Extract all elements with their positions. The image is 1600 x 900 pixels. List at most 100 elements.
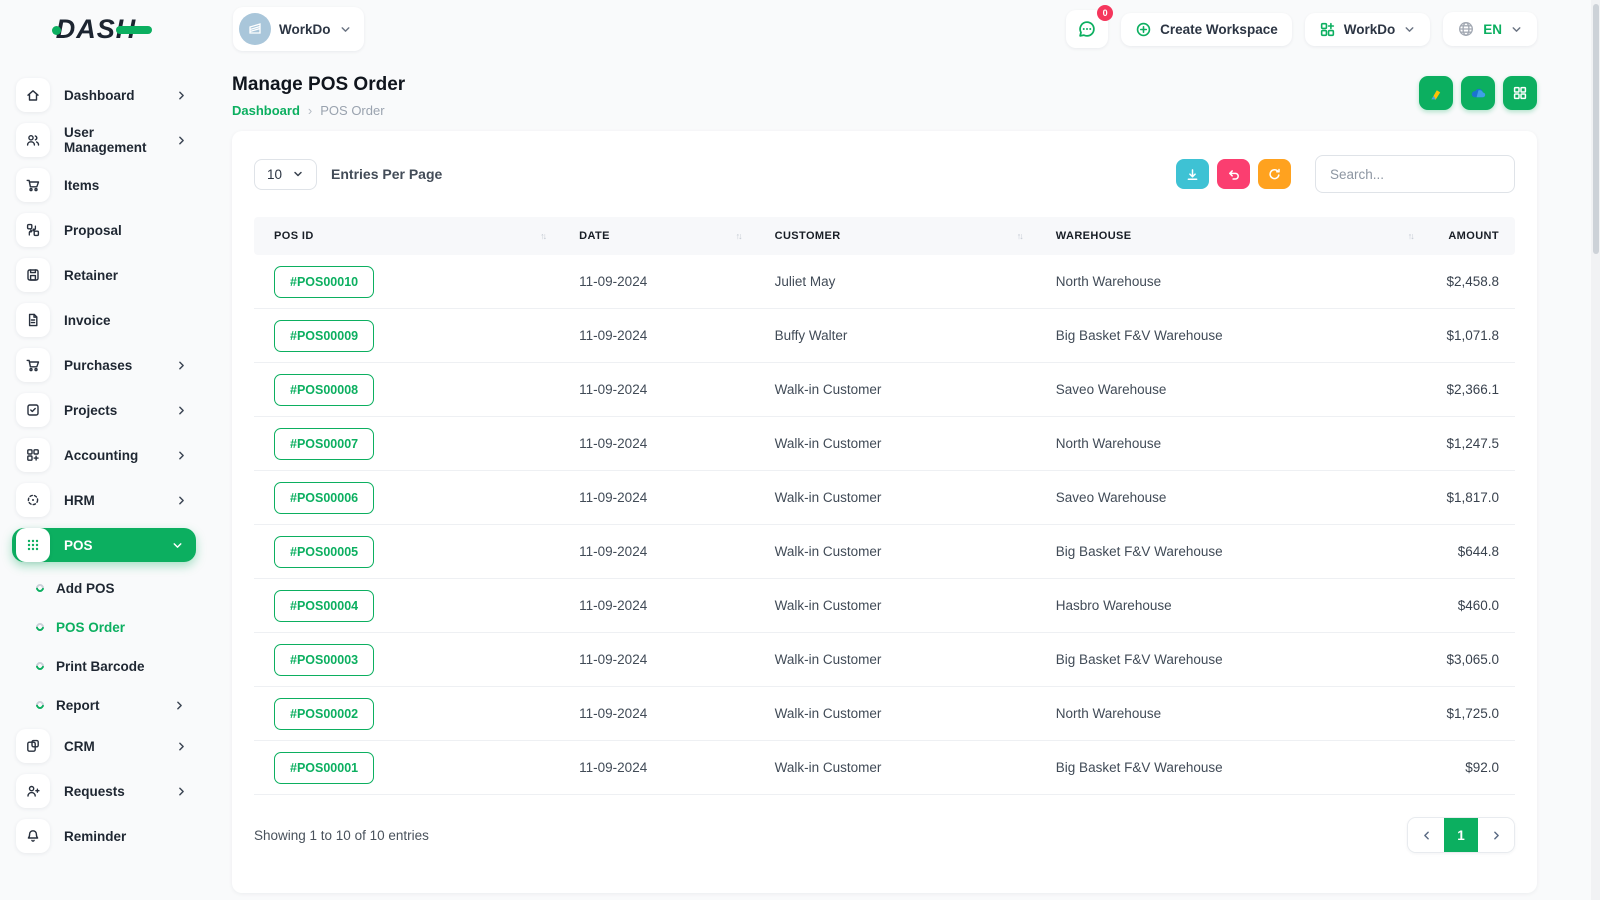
sidebar-item-proposal[interactable]: Proposal <box>12 213 196 247</box>
sort-icon[interactable]: ↑↓ <box>1408 231 1415 241</box>
google-drive-button[interactable] <box>1419 76 1453 110</box>
pos-id-badge[interactable]: #POS00007 <box>274 427 375 460</box>
pos-id-badge[interactable]: #POS00010 <box>274 265 375 298</box>
scrollbar-thumb[interactable] <box>1592 4 1599 254</box>
sidebar-item-accounting[interactable]: Accounting <box>12 438 196 472</box>
warehouse-cell: Big Basket F&V Warehouse <box>1055 760 1223 775</box>
date-cell: 11-09-2024 <box>579 490 648 505</box>
plus-circle-icon <box>1136 22 1151 36</box>
date-cell: 11-09-2024 <box>579 328 648 343</box>
showing-entries-text: Showing 1 to 10 of 10 entries <box>254 827 429 843</box>
sidebar: Dashboard User Management Items Proposal… <box>0 58 208 900</box>
customer-cell: Juliet May <box>774 274 836 289</box>
sidebar-subitem-print-barcode[interactable]: Print Barcode <box>12 651 196 681</box>
sidebar-item-reminder[interactable]: Reminder <box>12 819 196 853</box>
sidebar-item-invoice[interactable]: Invoice <box>12 303 196 337</box>
sidebar-item-hrm[interactable]: HRM <box>12 483 196 517</box>
workspace-selector[interactable]: WorkDo <box>233 7 364 51</box>
table-row: #POS00010 11-09-2024 Juliet May North Wa… <box>254 255 1515 309</box>
pos-id-badge[interactable]: #POS00009 <box>274 319 375 352</box>
table-row: #POS00004 11-09-2024 Walk-in Customer Ha… <box>254 579 1515 633</box>
amount-cell: $92.0 <box>1465 760 1499 775</box>
column-header-date[interactable]: DATE ↑↓ <box>559 230 754 242</box>
pos-id-badge[interactable]: #POS00002 <box>274 697 375 730</box>
messages-button[interactable]: 0 <box>1066 5 1114 48</box>
grid-icon <box>1513 86 1527 100</box>
sidebar-item-items[interactable]: Items <box>12 168 196 202</box>
customer-cell: Walk-in Customer <box>774 382 882 397</box>
amount-cell: $460.0 <box>1457 598 1499 613</box>
next-page-button[interactable] <box>1478 818 1514 852</box>
sort-icon[interactable]: ↑↓ <box>736 231 743 241</box>
sidebar-item-retainer[interactable]: Retainer <box>12 258 196 292</box>
onedrive-button[interactable] <box>1461 76 1495 110</box>
page-scrollbar[interactable] <box>1591 0 1600 900</box>
chevron-right-icon <box>175 449 188 462</box>
sidebar-item-purchases[interactable]: Purchases <box>12 348 196 382</box>
brand-logo[interactable]: DASH <box>0 14 208 45</box>
sidebar-item-requests[interactable]: Requests <box>12 774 196 808</box>
warehouse-cell: Big Basket F&V Warehouse <box>1055 328 1223 343</box>
pos-id-badge[interactable]: #POS00004 <box>274 589 375 622</box>
refresh-button[interactable] <box>1258 159 1291 189</box>
chevron-down-icon <box>294 171 302 177</box>
pos-id-badge[interactable]: #POS00006 <box>274 481 375 514</box>
pos-id-badge[interactable]: #POS00008 <box>274 373 375 406</box>
amount-cell: $644.8 <box>1457 544 1499 559</box>
sort-icon[interactable]: ↑↓ <box>540 231 547 241</box>
search-input[interactable] <box>1315 155 1515 193</box>
date-cell: 11-09-2024 <box>579 760 648 775</box>
sidebar-item-crm[interactable]: CRM <box>12 729 196 763</box>
chevron-down-icon <box>1510 23 1523 36</box>
sidebar-item-dashboard[interactable]: Dashboard <box>12 78 196 112</box>
pos-id-badge[interactable]: #POS00005 <box>274 535 375 568</box>
export-download-button[interactable] <box>1176 159 1209 189</box>
warehouse-cell: North Warehouse <box>1055 436 1162 451</box>
sidebar-subitem-pos-order[interactable]: POS Order <box>12 612 196 642</box>
page-number-1[interactable]: 1 <box>1444 818 1478 852</box>
breadcrumb-dashboard-link[interactable]: Dashboard <box>232 103 300 118</box>
logo-dot-icon <box>51 25 61 35</box>
warehouse-cell: Big Basket F&V Warehouse <box>1055 544 1223 559</box>
date-cell: 11-09-2024 <box>579 598 648 613</box>
column-header-customer[interactable]: CUSTOMER ↑↓ <box>755 230 1036 242</box>
sidebar-subitem-add-pos[interactable]: Add POS <box>12 573 196 603</box>
pos-id-badge[interactable]: #POS00003 <box>274 643 375 676</box>
breadcrumb: Dashboard › POS Order <box>232 103 405 118</box>
sort-icon[interactable]: ↑↓ <box>1017 231 1024 241</box>
topbar: DASH WorkDo 0 Create Workspace WorkDo EN <box>0 0 1600 58</box>
previous-page-button[interactable] <box>1408 818 1444 852</box>
grid-view-button[interactable] <box>1503 76 1537 110</box>
create-workspace-button[interactable]: Create Workspace <box>1121 12 1292 46</box>
sidebar-item-projects[interactable]: Projects <box>12 393 196 427</box>
chevron-right-icon <box>175 494 188 507</box>
language-selector[interactable]: EN <box>1443 12 1537 46</box>
sidebar-item-pos[interactable]: POS <box>12 528 196 562</box>
column-header-amount[interactable]: AMOUNT <box>1427 230 1515 242</box>
chevron-left-icon <box>1423 831 1429 839</box>
google-drive-icon <box>1431 90 1441 100</box>
chevron-right-icon <box>175 404 188 417</box>
chat-icon <box>1079 21 1095 37</box>
onedrive-icon <box>1471 88 1485 97</box>
grid-plus-icon <box>16 438 50 472</box>
pos-order-card: 10 Entries Per Page POS ID↑↓ DATE <box>232 131 1537 893</box>
entries-per-page-select[interactable]: 10 <box>254 158 318 190</box>
workspace-avatar <box>239 13 271 45</box>
column-header-warehouse[interactable]: WAREHOUSE ↑↓ <box>1036 230 1427 242</box>
warehouse-cell: Saveo Warehouse <box>1055 490 1167 505</box>
sidebar-subitem-report[interactable]: Report <box>12 690 196 720</box>
warehouse-cell: Hasbro Warehouse <box>1055 598 1172 613</box>
sidebar-item-user-management[interactable]: User Management <box>12 123 196 157</box>
date-cell: 11-09-2024 <box>579 274 648 289</box>
entries-per-page-label: Entries Per Page <box>331 166 443 182</box>
swap-boxes-icon <box>16 213 50 247</box>
pos-id-badge[interactable]: #POS00001 <box>274 751 375 784</box>
table-row: #POS00007 11-09-2024 Walk-in Customer No… <box>254 417 1515 471</box>
workdo-menu-button[interactable]: WorkDo <box>1304 12 1431 46</box>
warehouse-cell: Big Basket F&V Warehouse <box>1055 652 1223 667</box>
user-plus-icon <box>16 774 50 808</box>
column-header-pos-id[interactable]: POS ID ↑↓ <box>254 230 559 242</box>
language-code: EN <box>1483 21 1502 37</box>
reset-button[interactable] <box>1217 159 1250 189</box>
